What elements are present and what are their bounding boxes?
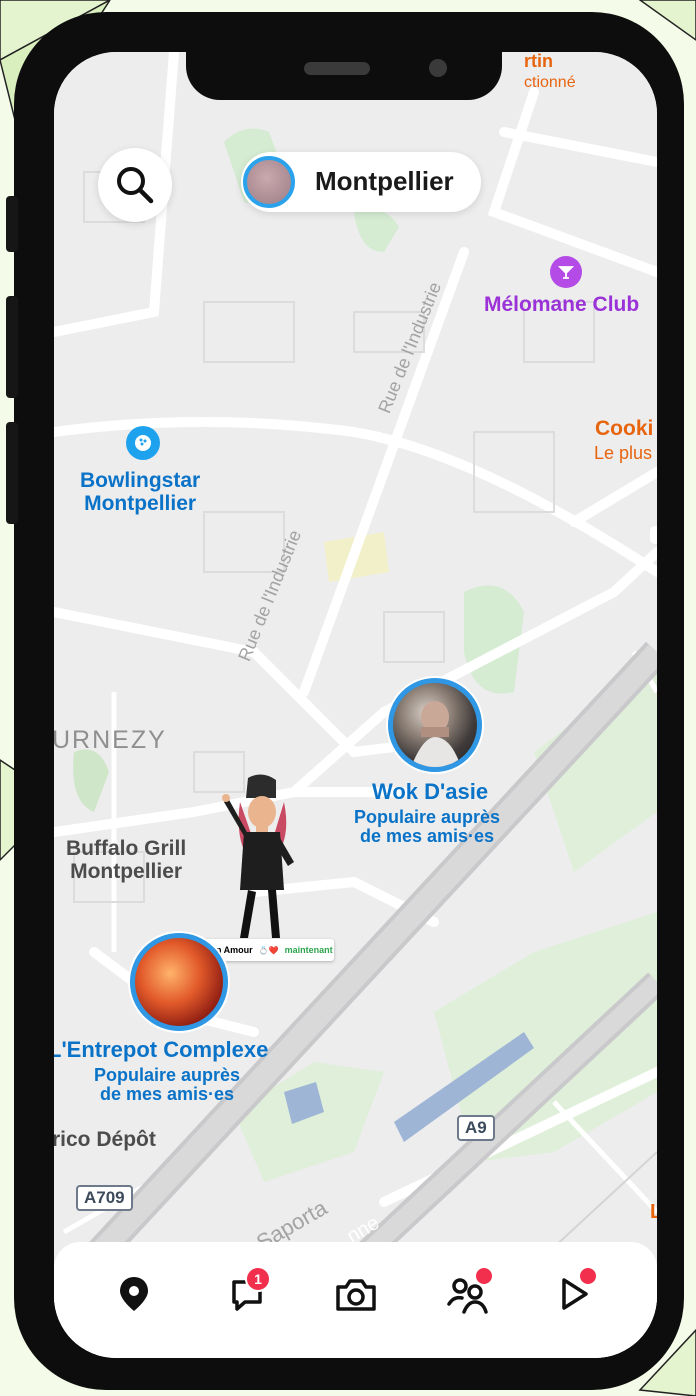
- place-label[interactable]: rtin: [524, 52, 553, 71]
- search-button[interactable]: [98, 148, 172, 222]
- nav-stories-button[interactable]: [548, 1266, 600, 1320]
- bowling-icon[interactable]: [126, 426, 160, 460]
- nav-map-button[interactable]: [108, 1268, 160, 1320]
- place-label[interactable]: Cooki: [595, 417, 653, 441]
- nav-friends-button[interactable]: [442, 1266, 494, 1320]
- nav-chat-button[interactable]: 1: [221, 1266, 273, 1320]
- friend-place-title[interactable]: L'Entrepot Complexe: [54, 1038, 268, 1062]
- bitmoji-avatar[interactable]: [214, 772, 314, 942]
- place-label: L: [650, 1201, 657, 1223]
- volume-down-button: [6, 422, 18, 524]
- phone-screen: Rue de l'Industrie Rue de l'Industrie de…: [54, 52, 657, 1358]
- place-label[interactable]: Mélomane Club: [484, 293, 639, 317]
- cocktail-icon[interactable]: [550, 256, 582, 288]
- city-name: Montpellier: [315, 166, 454, 196]
- friend-place-subtitle: Populaire auprès de mes amis·es: [94, 1065, 241, 1105]
- highway-shield-a709: A709: [76, 1185, 133, 1211]
- friend-story-bubble[interactable]: [388, 678, 482, 772]
- place-label[interactable]: Buffalo Grill Montpellier: [66, 837, 186, 883]
- map-pin-icon: [120, 1277, 148, 1311]
- chat-badge: 1: [245, 1266, 271, 1292]
- search-icon: [117, 167, 154, 204]
- bitmoji-emoji: 💍❤️: [258, 945, 279, 955]
- district-label: URNEZY: [54, 726, 167, 754]
- camera-icon: [336, 1279, 376, 1311]
- friend-story-bubble[interactable]: [130, 933, 228, 1031]
- map-canvas[interactable]: [54, 52, 657, 1358]
- friend-place-title[interactable]: Wok D'asie: [372, 780, 488, 804]
- nav-camera-button[interactable]: [330, 1268, 382, 1320]
- friend-place-subtitle: Populaire auprès de mes amis·es: [354, 807, 501, 847]
- phone-notch: [186, 52, 502, 100]
- location-pill[interactable]: Montpellier: [241, 152, 481, 212]
- volume-up-button: [6, 296, 18, 398]
- place-sublabel: ctionné: [524, 74, 576, 91]
- notification-dot: [578, 1266, 598, 1286]
- avatar: [243, 156, 295, 208]
- place-label[interactable]: rico Dépôt: [54, 1128, 156, 1152]
- notification-dot: [474, 1266, 494, 1286]
- place-label[interactable]: Bowlingstar Montpellier: [80, 469, 200, 515]
- edge-marker: [650, 526, 657, 544]
- bitmoji-status: maintenant: [284, 945, 333, 955]
- highway-shield-a9: A9: [457, 1115, 495, 1141]
- bottom-nav-bar: 1: [54, 1242, 657, 1358]
- place-sublabel: Le plus: [594, 443, 653, 463]
- mute-switch: [6, 196, 18, 252]
